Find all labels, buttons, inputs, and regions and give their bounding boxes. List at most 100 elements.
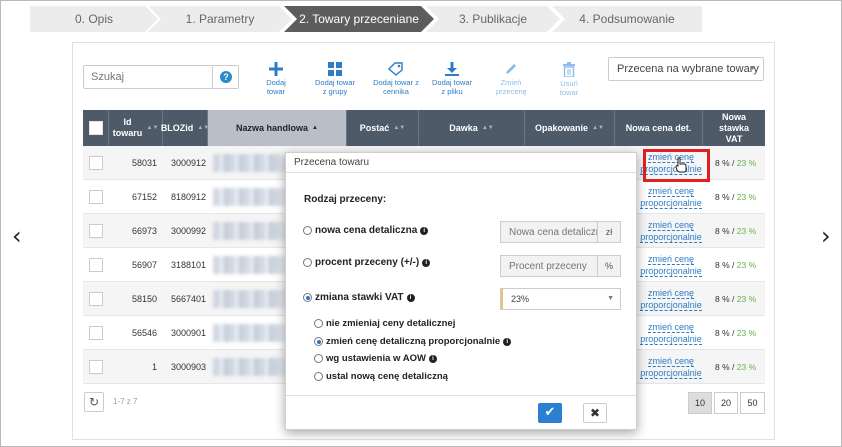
cell-vat: 8 % / 23 %	[715, 260, 757, 270]
vat-select[interactable]: 23% ▼	[500, 288, 621, 310]
help-button[interactable]: ?	[212, 66, 238, 88]
currency-suffix: zł	[597, 221, 621, 243]
suboption-set-new[interactable]: ustal nową cenę detaliczną	[314, 371, 448, 382]
refresh-button[interactable]: ↻	[84, 392, 104, 412]
redacted-name	[213, 222, 285, 240]
cell-vat: 8 % / 23 %	[715, 226, 757, 236]
cell-vat: 8 % / 23 %	[715, 294, 757, 304]
page-size-50[interactable]: 50	[740, 392, 765, 414]
redacted-name	[213, 290, 285, 308]
chevron-down-icon: ▼	[607, 295, 614, 302]
row-checkbox[interactable]	[89, 326, 103, 340]
search-input[interactable]	[84, 66, 212, 88]
step-towary-przeceniane[interactable]: 2. Towary przeceniane	[284, 6, 434, 32]
sort-icon: ▲▼	[592, 124, 604, 131]
select-all-checkbox[interactable]	[88, 121, 103, 135]
modal-heading: Rodzaj przeceny:	[304, 194, 387, 205]
add-product-button[interactable]: Dodaj towar	[258, 62, 294, 96]
hand-cursor-icon	[675, 157, 687, 173]
cell-bloz: 3000901	[171, 328, 207, 338]
info-icon: i	[406, 293, 415, 302]
option-vat[interactable]: zmiana stawki VAT i	[303, 292, 415, 303]
cell-id: 56907	[131, 260, 157, 270]
table-header: Id towaru ▲▼ BLOZid ▲▼ Nazwa handlowa ▲ Pos…	[83, 110, 765, 146]
add-from-pricelist-button[interactable]: Dodaj towar z cennika	[373, 62, 419, 96]
sort-icon: ▲▼	[393, 124, 406, 131]
option-percent[interactable]: procent przeceny (+/-) i	[303, 257, 431, 268]
row-checkbox[interactable]	[89, 190, 103, 204]
scope-select[interactable]: Przecena na wybrane towary ▼	[608, 57, 764, 81]
step-opis[interactable]: 0. Opis	[30, 6, 158, 32]
cell-id: 56546	[131, 328, 157, 338]
row-checkbox[interactable]	[89, 292, 103, 306]
download-icon	[445, 62, 459, 76]
redacted-name	[213, 256, 285, 274]
step-parametry[interactable]: 1. Parametry	[148, 6, 292, 32]
cell-bloz: 3000903	[171, 362, 207, 372]
step-podsumowanie[interactable]: 4. Podsumowanie	[552, 6, 702, 32]
next-arrow-icon[interactable]: ›	[821, 224, 831, 248]
change-price-link[interactable]: zmień cenę proporcjonalnie	[640, 253, 702, 277]
cancel-button[interactable]: ✖	[583, 403, 607, 423]
prev-arrow-icon[interactable]: ‹	[12, 224, 22, 248]
cell-id: 58031	[131, 158, 157, 168]
change-price-link[interactable]: zmień cenę proporcjonalnie	[640, 185, 702, 209]
col-dawka[interactable]: Dawka ▲▼	[419, 110, 525, 146]
step-publikacje[interactable]: 3. Publikacje	[426, 6, 560, 32]
radio-proportional[interactable]	[314, 337, 323, 346]
delete-product-button[interactable]: Usuń towar	[551, 62, 587, 97]
radio-aow[interactable]	[314, 354, 323, 363]
row-checkbox[interactable]	[89, 258, 103, 272]
option-new-price[interactable]: nowa cena detaliczna i	[303, 225, 429, 236]
select-all-cell	[83, 110, 109, 146]
change-price-link[interactable]: zmień cenę proporcjonalnie	[640, 355, 702, 379]
col-postac[interactable]: Postać ▲▼	[347, 110, 419, 146]
percent-suffix: %	[597, 255, 621, 277]
change-price-button[interactable]: Zmień przecenę	[496, 62, 527, 96]
help-icon: ?	[220, 71, 232, 83]
radio-vat[interactable]	[303, 293, 312, 302]
change-price-link[interactable]: zmień cenę proporcjonalnie	[640, 219, 702, 243]
col-id[interactable]: Id towaru ▲▼	[109, 110, 163, 146]
cell-vat: 8 % / 23 %	[715, 158, 757, 168]
col-name[interactable]: Nazwa handlowa ▲	[208, 110, 347, 146]
wizard-steps: 0. Opis 1. Parametry 2. Towary przecenia…	[30, 6, 702, 32]
radio-new-price[interactable]	[303, 226, 312, 235]
cell-bloz: 5667401	[171, 294, 207, 304]
close-icon: ✖	[589, 406, 601, 420]
cell-bloz: 3188101	[171, 260, 207, 270]
cell-vat: 8 % / 23 %	[715, 328, 757, 338]
cell-id: 66973	[131, 226, 157, 236]
suboption-no-change[interactable]: nie zmieniaj ceny detalicznej	[314, 318, 455, 329]
pencil-icon	[506, 64, 516, 74]
sort-asc-icon: ▲	[312, 124, 318, 131]
radio-percent[interactable]	[303, 258, 312, 267]
radio-set-new[interactable]	[314, 372, 323, 381]
suboption-proportional[interactable]: zmień cenę detaliczną proporcjonalnie i	[314, 336, 512, 347]
page-size-20[interactable]: 20	[714, 392, 738, 414]
redacted-name	[213, 154, 285, 172]
add-from-file-button[interactable]: Dodaj towar z pliku	[431, 62, 473, 96]
change-price-link[interactable]: zmień cenę proporcjonalnie	[640, 321, 702, 345]
col-new-price: Nowa cena det.	[615, 110, 703, 146]
redacted-name	[213, 358, 285, 376]
change-price-link[interactable]: zmień cenę proporcjonalnie	[640, 287, 702, 311]
new-price-input[interactable]	[500, 221, 598, 243]
suboption-aow[interactable]: wg ustawienia w AOW i	[314, 353, 437, 364]
row-checkbox[interactable]	[89, 360, 103, 374]
radio-no-change[interactable]	[314, 319, 323, 328]
modal-title: Przecena towaru	[286, 153, 636, 173]
col-opakowanie[interactable]: Opakowanie ▲▼	[525, 110, 615, 146]
confirm-button[interactable]: ✔	[538, 403, 562, 423]
redacted-name	[213, 324, 285, 342]
trash-icon	[563, 62, 575, 77]
col-bloz[interactable]: BLOZid ▲▼	[161, 110, 209, 146]
info-icon: i	[422, 258, 431, 267]
row-checkbox[interactable]	[89, 156, 103, 170]
add-from-group-button[interactable]: Dodaj towar z grupy	[314, 62, 356, 96]
cell-vat: 8 % / 23 %	[715, 192, 757, 202]
info-icon: i	[503, 337, 512, 346]
page-size-10[interactable]: 10	[688, 392, 712, 414]
percent-input[interactable]	[500, 255, 598, 277]
row-checkbox[interactable]	[89, 224, 103, 238]
